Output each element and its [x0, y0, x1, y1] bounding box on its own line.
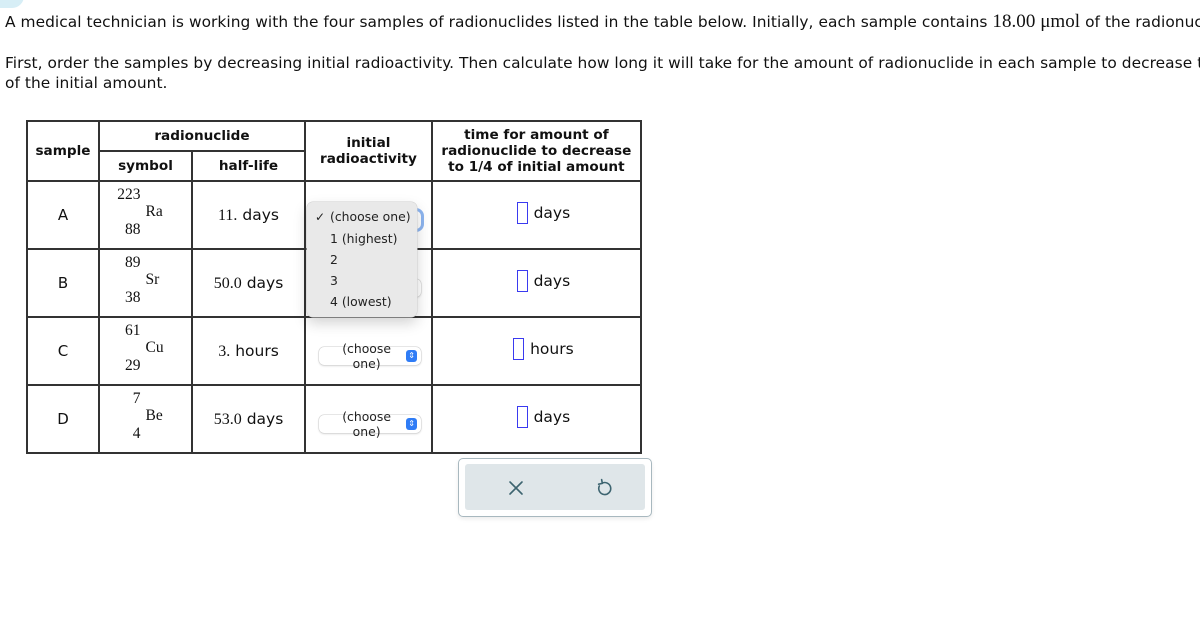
prompt-line-3: of the initial amount. [5, 74, 168, 92]
half-life-unit: days [246, 409, 284, 428]
symbol-cell: 7 Be 4 [98, 384, 193, 454]
undo-button[interactable] [593, 477, 615, 499]
rank-select[interactable]: (choose one) ⇕ [319, 409, 422, 439]
atomic-number: 4 [132, 425, 141, 442]
top-left-tab [0, 0, 24, 8]
dropdown-option-choose-one[interactable]: ✓ (choose one) [315, 207, 411, 227]
rank-cell: (choose one) ⇕ [304, 316, 433, 386]
answer-actions-panel [458, 458, 652, 517]
answer-input[interactable] [516, 270, 528, 292]
header-initial-radioactivity: initial radioactivity [304, 120, 433, 182]
sample-label: C [26, 316, 100, 386]
answer-unit: hours [530, 340, 574, 358]
header-symbol: symbol [98, 150, 193, 182]
half-life-value: 53.0 [213, 410, 242, 428]
option-label: (choose one) [330, 209, 411, 224]
mass-number: 7 [132, 390, 141, 407]
select-arrows-icon: ⇕ [405, 349, 418, 362]
mass-number: 89 [125, 254, 141, 271]
header-half-life: half-life [191, 150, 306, 182]
header-time: time for amount of radionuclide to decre… [430, 120, 642, 182]
header-text: time for amount of radionuclide to decre… [441, 127, 632, 175]
answer-unit: days [533, 204, 571, 222]
sample-label: B [26, 248, 100, 318]
sample-label: D [26, 384, 100, 454]
symbol-cell: 89 Sr 38 [98, 248, 193, 318]
nuclide-symbol: 89 Sr 38 [116, 251, 176, 311]
rank-cell: (choose one) ⇕ [304, 384, 433, 454]
dropdown-option-1[interactable]: 1 (highest) [330, 229, 397, 249]
answer-cell: days [430, 248, 642, 318]
atomic-number: 88 [125, 221, 141, 238]
select-arrows-icon: ⇕ [405, 417, 418, 430]
half-life-unit: days [246, 273, 284, 292]
initial-amount: 18.00 μmol [992, 11, 1081, 32]
half-life-unit: days [242, 205, 279, 224]
rank-dropdown-menu: ✓ (choose one) 1 (highest) 2 3 4 (lowest) [307, 202, 417, 317]
half-life-cell: 50.0 days [191, 248, 306, 318]
prompt-line-2: First, order the samples by decreasing i… [5, 52, 1200, 74]
element-symbol: Cu [145, 339, 164, 356]
answer-cell: hours [430, 316, 642, 386]
mass-number: 61 [125, 322, 141, 339]
nuclide-symbol: 61 Cu 29 [116, 319, 176, 379]
x-icon [509, 481, 523, 495]
answer-input[interactable] [513, 338, 525, 360]
select-value: (choose one) [342, 340, 391, 371]
mass-number: 223 [117, 186, 141, 203]
nuclide-symbol: 7 Be 4 [116, 387, 176, 447]
symbol-cell: 61 Cu 29 [98, 316, 193, 386]
answer-input[interactable] [516, 202, 528, 224]
rank-select[interactable]: (choose one) ⇕ [319, 341, 422, 371]
half-life-cell: 11. days [191, 180, 306, 250]
prompt-line-1: A medical technician is working with the… [5, 11, 1200, 33]
dropdown-option-3[interactable]: 3 [330, 271, 338, 291]
actions-bar [465, 464, 645, 510]
header-text: initial radioactivity [320, 135, 417, 167]
select-value: (choose one) [342, 408, 391, 439]
clear-button[interactable] [505, 477, 527, 499]
undo-icon [597, 478, 612, 496]
element-symbol: Ra [145, 203, 163, 220]
header-radionuclide: radionuclide [98, 120, 306, 152]
nuclide-symbol: 223 Ra 88 [116, 183, 176, 243]
half-life-value: 11. [218, 206, 238, 224]
atomic-number: 29 [125, 357, 141, 374]
half-life-cell: 3. hours [191, 316, 306, 386]
element-symbol: Be [145, 407, 163, 424]
prompt-text: of the radionuclide. [1085, 13, 1200, 31]
half-life-value: 50.0 [213, 274, 242, 292]
half-life-unit: hours [235, 341, 279, 360]
half-life-value: 3. [218, 342, 231, 360]
prompt-text: First, order the samples by decreasing i… [5, 54, 1200, 72]
half-life-cell: 53.0 days [191, 384, 306, 454]
answer-cell: days [430, 384, 642, 454]
dropdown-option-2[interactable]: 2 [330, 250, 338, 270]
symbol-cell: 223 Ra 88 [98, 180, 193, 250]
answer-unit: days [533, 272, 571, 290]
prompt-text: A medical technician is working with the… [5, 13, 993, 31]
answer-input[interactable] [516, 406, 528, 428]
checkmark-icon: ✓ [315, 210, 326, 224]
dropdown-option-4[interactable]: 4 (lowest) [330, 292, 392, 312]
element-symbol: Sr [145, 271, 160, 288]
table-row: D 7 Be 4 53.0 days (choose one) ⇕ days [26, 384, 642, 454]
atomic-number: 38 [125, 289, 141, 306]
header-sample: sample [26, 120, 100, 182]
table-row: C 61 Cu 29 3. hours (choose one) ⇕ hours [26, 316, 642, 386]
sample-label: A [26, 180, 100, 250]
answer-cell: days [430, 180, 642, 250]
answer-unit: days [533, 408, 571, 426]
